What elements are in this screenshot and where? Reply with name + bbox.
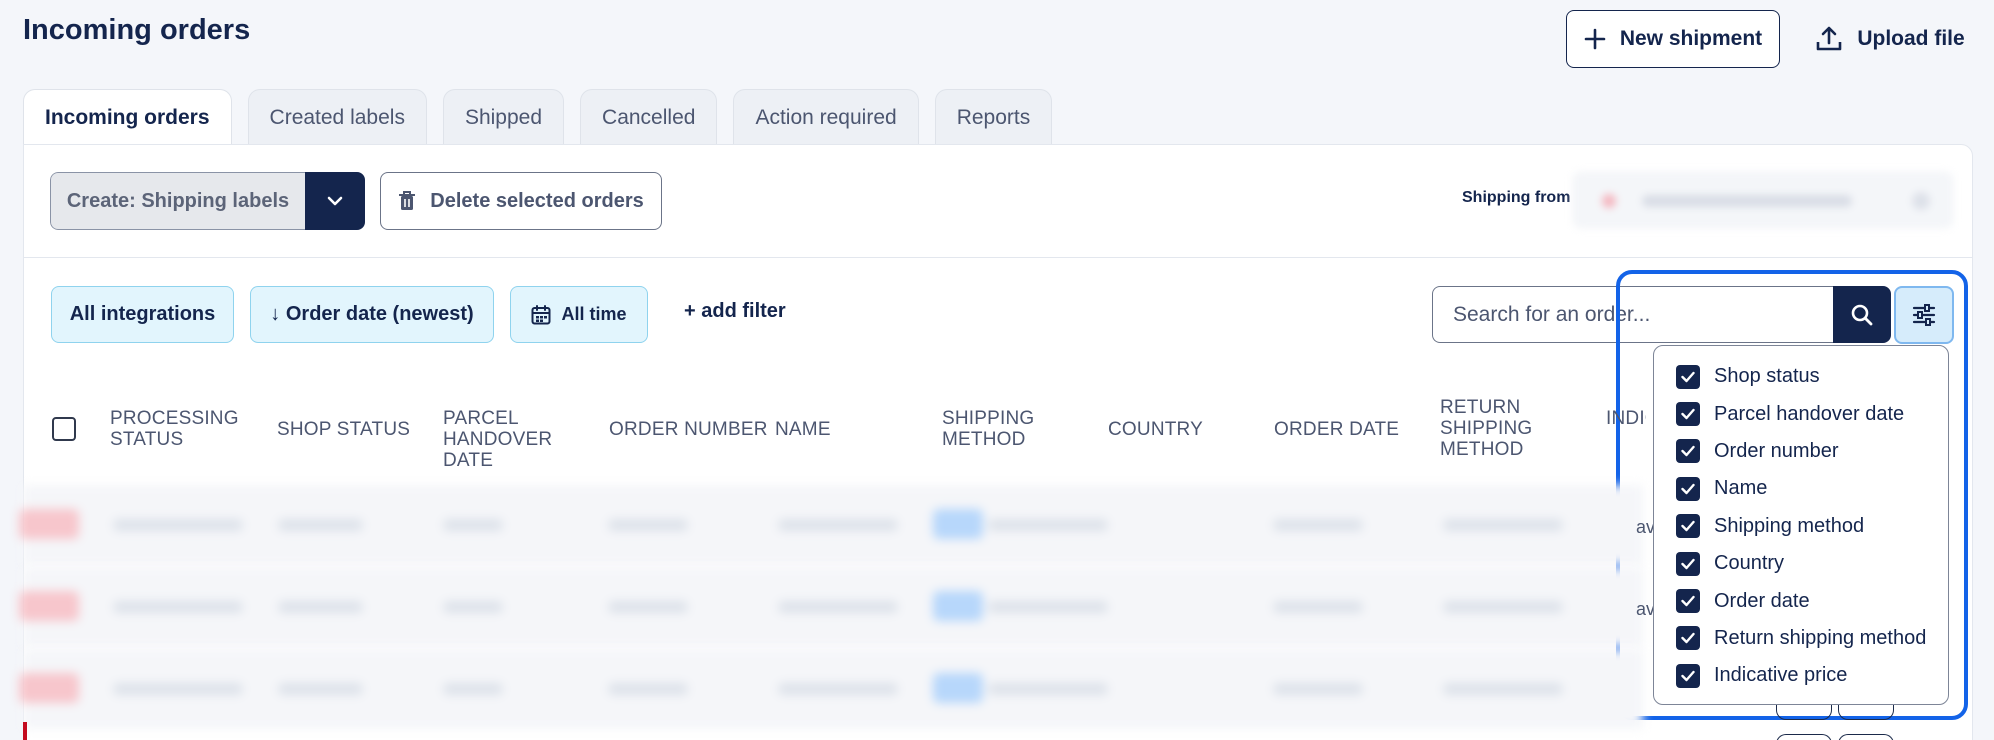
select-all-checkbox[interactable]	[52, 417, 76, 441]
column-toggle-label: Shop status	[1714, 365, 1820, 388]
delete-selected-orders-button[interactable]: Delete selected orders	[380, 172, 662, 230]
table-row[interactable]	[19, 649, 1643, 729]
column-visibility-menu: Shop status Parcel handover date Order n…	[1653, 345, 1949, 705]
upload-file-label: Upload file	[1857, 27, 1965, 50]
shipping-from-select[interactable]	[1573, 172, 1953, 228]
check-icon	[1681, 446, 1695, 457]
column-toggle-return-shipping-method[interactable]: Return shipping method	[1654, 620, 1948, 657]
check-icon	[1681, 521, 1695, 532]
row-partial-cell: av	[1636, 599, 1656, 619]
column-toggle-label: Indicative price	[1714, 664, 1848, 687]
sender-address-redacted	[1642, 195, 1852, 207]
create-shipping-labels-button[interactable]: Create: Shipping labels	[50, 172, 305, 230]
tab-created-labels[interactable]: Created labels	[247, 89, 427, 145]
add-filter-link[interactable]: + add filter	[684, 300, 786, 323]
new-shipment-button[interactable]: New shipment	[1566, 10, 1780, 68]
filter-integrations[interactable]: All integrations	[51, 286, 234, 343]
column-toggle-shipping-method[interactable]: Shipping method	[1654, 508, 1948, 545]
check-icon	[1681, 408, 1695, 420]
filter-time-range[interactable]: All time	[510, 286, 648, 343]
check-icon	[1681, 633, 1695, 644]
tab-cancelled[interactable]: Cancelled	[580, 89, 718, 145]
page: Incoming orders New shipment Upload file…	[0, 0, 1994, 740]
new-shipment-label: New shipment	[1619, 27, 1763, 50]
row-partial-cell: av	[1636, 517, 1656, 537]
column-toggle-parcel-handover-date[interactable]: Parcel handover date	[1654, 395, 1948, 432]
checkbox-checked[interactable]	[1676, 364, 1700, 389]
column-header-order-date[interactable]: Order date	[1274, 419, 1414, 440]
checkbox-checked[interactable]	[1676, 589, 1700, 614]
shipping-from-label: Shipping from	[1462, 189, 1571, 206]
column-header-indicative-price[interactable]: Indic... pric...	[1606, 408, 1646, 429]
check-icon	[1681, 595, 1695, 607]
checkbox-checked[interactable]	[1676, 402, 1700, 427]
column-header-shipping-method[interactable]: Shipping method	[942, 408, 1052, 450]
tab-action-required[interactable]: Action required	[733, 89, 919, 145]
clear-icon	[1912, 192, 1930, 210]
column-toggle-order-number[interactable]: Order number	[1654, 433, 1948, 470]
tab-bar: Incoming orders Created labels Shipped C…	[23, 89, 1053, 145]
delete-selected-label: Delete selected orders	[430, 189, 644, 212]
row-action-button[interactable]	[1838, 734, 1894, 740]
column-toggle-name[interactable]: Name	[1654, 470, 1948, 507]
column-header-shop-status[interactable]: Shop status	[277, 419, 427, 440]
tab-shipped[interactable]: Shipped	[442, 89, 565, 145]
column-toggle-label: Return shipping method	[1714, 626, 1927, 649]
toolbar-divider	[23, 257, 1973, 258]
trash-icon	[399, 191, 416, 210]
column-toggle-country[interactable]: Country	[1654, 545, 1948, 582]
column-header-name[interactable]: Name	[775, 419, 875, 440]
create-options-toggle[interactable]	[305, 172, 365, 230]
column-header-parcel-handover-date[interactable]: Parcel handover date	[443, 408, 603, 471]
upload-file-button[interactable]: Upload file	[1800, 10, 1980, 68]
table-row[interactable]	[19, 485, 1643, 565]
check-icon	[1681, 483, 1695, 495]
row-action-button[interactable]	[1776, 734, 1832, 740]
sort-order-date[interactable]: ↓ Order date (newest)	[250, 286, 494, 343]
column-header-country[interactable]: Country	[1108, 419, 1228, 440]
row-status-stripe	[23, 722, 27, 740]
sender-flag-icon	[1602, 194, 1616, 208]
time-range-label: All time	[561, 304, 627, 324]
check-icon	[1681, 371, 1695, 382]
checkbox-checked[interactable]	[1676, 551, 1700, 576]
column-toggle-indicative-price[interactable]: Indicative price	[1654, 657, 1948, 694]
calendar-icon	[531, 304, 551, 324]
column-toggle-shop-status[interactable]: Shop status	[1654, 358, 1948, 395]
checkbox-checked[interactable]	[1676, 476, 1700, 501]
tab-incoming-orders[interactable]: Incoming orders	[23, 89, 232, 145]
page-title: Incoming orders	[23, 14, 251, 46]
check-icon	[1681, 558, 1695, 569]
checkbox-checked[interactable]	[1676, 663, 1700, 688]
table-row[interactable]	[19, 567, 1643, 647]
checkbox-checked[interactable]	[1676, 514, 1700, 539]
column-header-return-shipping-method[interactable]: Return shipping method	[1440, 397, 1550, 460]
column-header-processing-status[interactable]: Processing status	[110, 408, 260, 450]
column-settings-button[interactable]	[1894, 286, 1954, 344]
sliders-icon	[1912, 304, 1936, 326]
checkbox-checked[interactable]	[1676, 439, 1700, 464]
check-icon	[1681, 670, 1695, 682]
column-header-order-number[interactable]: Order number	[609, 419, 769, 440]
create-split-button: Create: Shipping labels	[50, 172, 365, 230]
column-toggle-label: Country	[1714, 552, 1785, 575]
column-toggle-label: Order number	[1714, 439, 1839, 462]
column-toggle-label: Name	[1714, 477, 1768, 500]
column-toggle-order-date[interactable]: Order date	[1654, 582, 1948, 619]
column-toggle-label: Order date	[1714, 589, 1810, 612]
column-toggle-label: Parcel handover date	[1714, 402, 1905, 425]
checkbox-checked[interactable]	[1676, 626, 1700, 651]
upload-icon	[1817, 26, 1842, 51]
column-toggle-label: Shipping method	[1714, 514, 1865, 537]
chevron-down-icon	[327, 196, 343, 206]
plus-icon	[1584, 28, 1606, 50]
tab-reports[interactable]: Reports	[934, 89, 1053, 145]
